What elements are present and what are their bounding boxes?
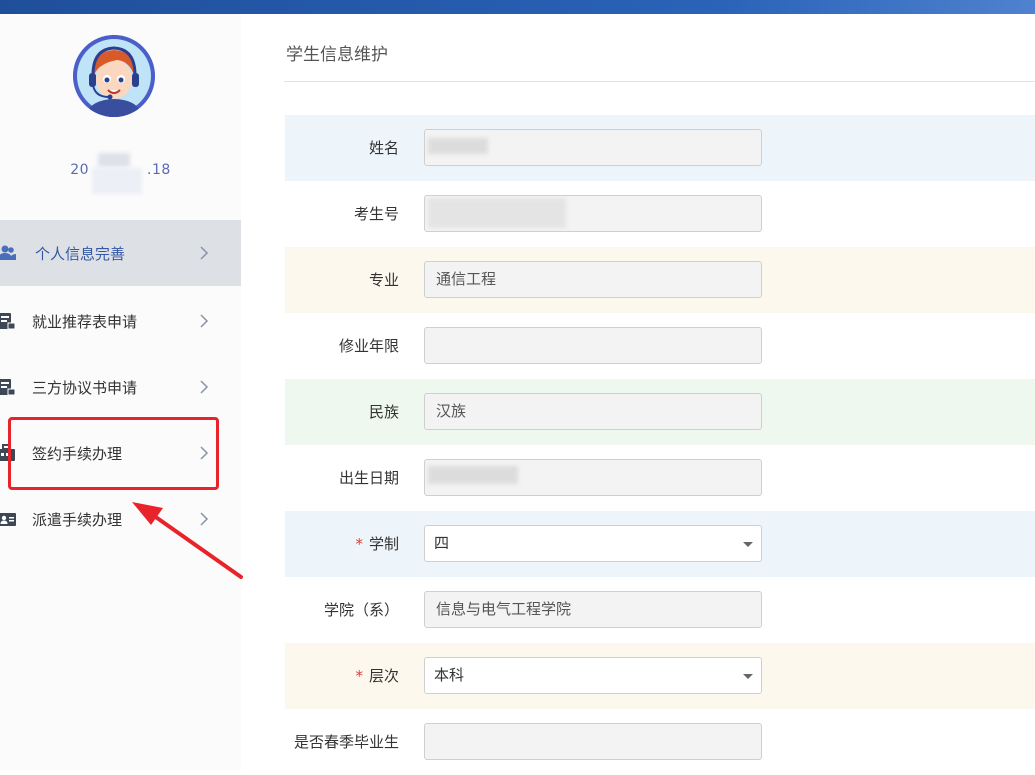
redaction-mask <box>92 168 142 194</box>
form-row-college: 学院（系） 信息与电气工程学院 <box>285 577 1035 643</box>
dropdown-caret-icon <box>743 674 753 679</box>
sidebar-item-recommendation-form[interactable]: 就业推荐表申请 <box>0 288 241 354</box>
document-stamp-icon <box>0 313 16 330</box>
sidebar-item-tripartite-agreement[interactable]: 三方协议书申请 <box>0 354 241 420</box>
form-row-spring-graduate: 是否春季毕业生 <box>285 709 1035 775</box>
form-row-major: 专业 通信工程 <box>285 247 1035 313</box>
chevron-right-icon <box>200 246 209 260</box>
page-title: 学生信息维护 <box>286 45 388 65</box>
sidebar-item-label: 就业推荐表申请 <box>32 312 138 331</box>
document-stamp-icon <box>0 379 16 396</box>
field-label: 出生日期 <box>338 469 399 487</box>
form-row-ethnicity: 民族 汉族 <box>285 379 1035 445</box>
field-label: 民族 <box>368 403 399 421</box>
form-row-schooling-length: * 学制 四 <box>285 511 1035 577</box>
users-icon <box>0 245 16 260</box>
field-label: 修业年限 <box>338 337 399 355</box>
sidebar-item-dispatch-procedures[interactable]: 派遣手续办理 <box>0 486 241 552</box>
ethnicity-field[interactable]: 汉族 <box>424 393 762 430</box>
dropdown-caret-icon <box>743 542 753 547</box>
redaction-mask <box>428 138 488 154</box>
sidebar-item-personal-info[interactable]: 个人信息完善 <box>0 220 241 286</box>
redaction-mask <box>428 198 566 228</box>
form-row-study-years: 修业年限 <box>285 313 1035 379</box>
field-label: 考生号 <box>353 205 399 223</box>
required-star: * <box>355 535 363 553</box>
sidebar-item-label: 三方协议书申请 <box>32 378 138 397</box>
study-years-field[interactable] <box>424 327 762 364</box>
major-field[interactable]: 通信工程 <box>424 261 762 298</box>
sidebar-item-label: 派遣手续办理 <box>32 510 123 529</box>
top-header-bar <box>0 0 1035 14</box>
chevron-right-icon <box>200 380 209 394</box>
avatar-illustration-icon <box>73 35 155 117</box>
id-card-icon <box>0 513 16 526</box>
required-star: * <box>355 667 363 685</box>
field-label: 学院（系） <box>323 601 399 619</box>
redaction-mask <box>428 466 518 484</box>
college-field[interactable]: 信息与电气工程学院 <box>424 591 762 628</box>
form-row-level: * 层次 本科 <box>285 643 1035 709</box>
chevron-right-icon <box>200 314 209 328</box>
selected-value: 四 <box>434 534 450 552</box>
level-select[interactable]: 本科 <box>424 657 762 694</box>
form-row-birth-date: 出生日期 <box>285 445 1035 511</box>
schooling-length-select[interactable]: 四 <box>424 525 762 562</box>
form-row-name: 姓名 <box>285 115 1035 181</box>
annotation-highlight-box <box>8 417 219 490</box>
avatar[interactable] <box>73 35 155 117</box>
field-label: * 学制 <box>355 535 399 553</box>
divider <box>284 81 1035 82</box>
field-label: 专业 <box>368 271 399 289</box>
spring-graduate-field[interactable] <box>424 723 762 760</box>
field-label: 是否春季毕业生 <box>293 733 399 751</box>
field-label: * 层次 <box>355 667 399 685</box>
selected-value: 本科 <box>434 666 465 684</box>
chevron-right-icon <box>200 512 209 526</box>
field-label: 姓名 <box>368 139 399 157</box>
form-row-exam-number: 考生号 <box>285 181 1035 247</box>
sidebar-item-label: 个人信息完善 <box>35 244 126 263</box>
